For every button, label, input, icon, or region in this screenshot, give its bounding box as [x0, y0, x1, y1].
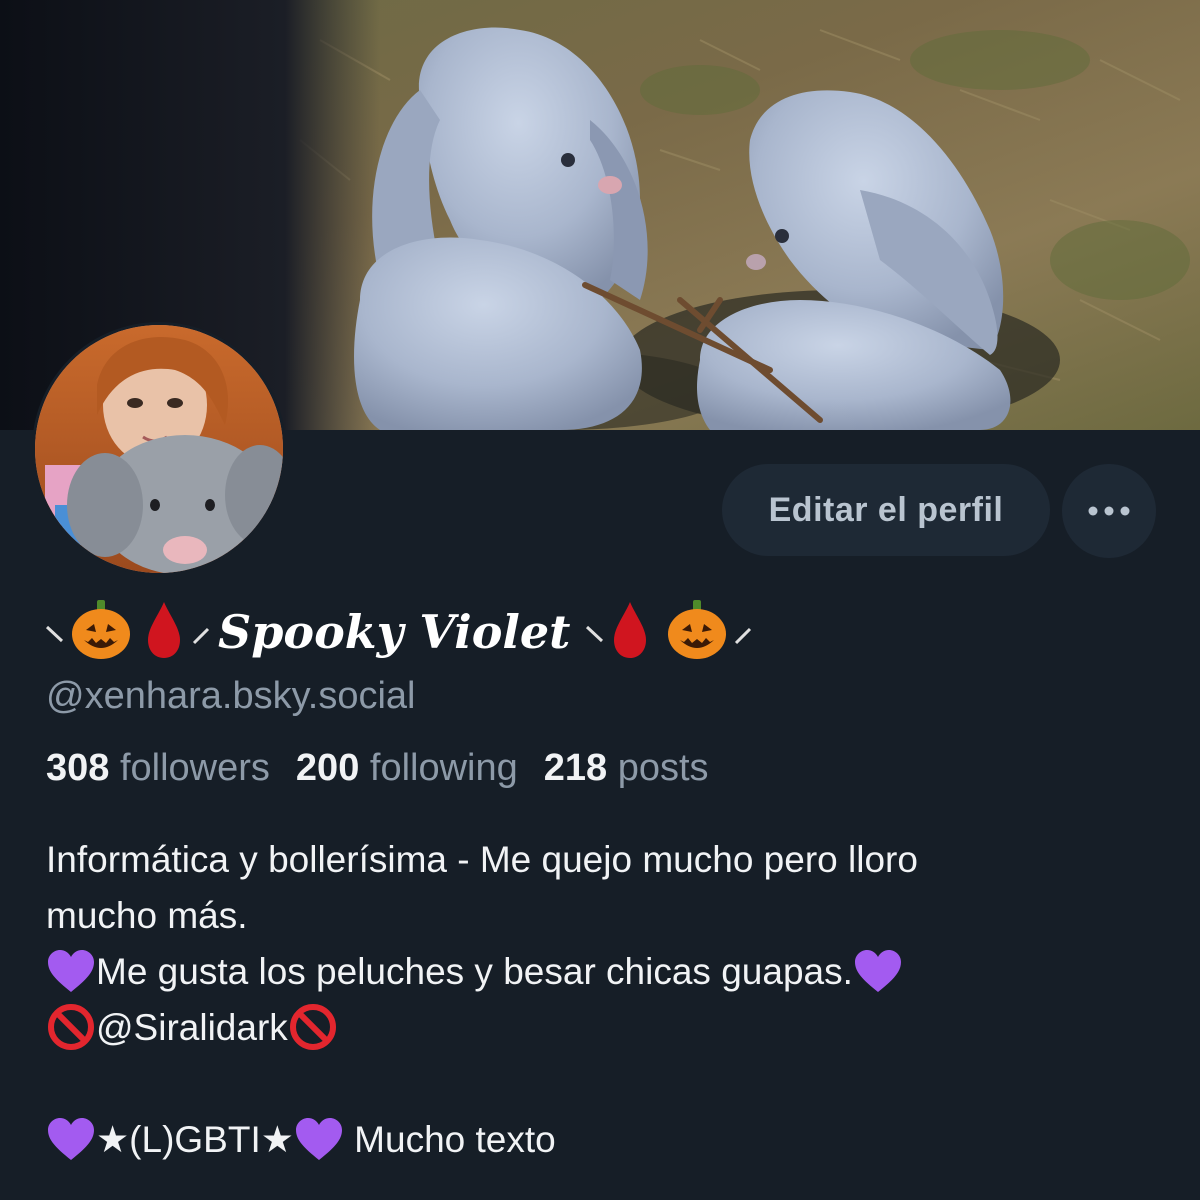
mention-link[interactable]: @Siralidark	[96, 1007, 288, 1048]
bio-line-4: @Siralidark	[46, 1000, 1156, 1056]
followers-stat[interactable]: 308 followers	[46, 747, 270, 790]
display-name: Spooky Violet	[44, 596, 754, 668]
jack-o-lantern-icon	[668, 600, 727, 659]
posts-count: 218	[543, 747, 608, 789]
bio-line-2: mucho más.	[46, 895, 248, 936]
profile-stats: 308 followers 200 following 218 posts	[46, 747, 709, 790]
profile-bio: Informática y bollerísima - Me quejo muc…	[46, 832, 1156, 1168]
ornament-left-icon	[45, 625, 64, 643]
posts-label: posts	[617, 747, 709, 789]
bio-line-5-text: Mucho texto	[343, 1119, 556, 1160]
bio-spacer	[46, 1056, 1156, 1112]
bio-line-1: Informática y bollerísima - Me quejo muc…	[46, 839, 918, 880]
following-label: following	[369, 747, 518, 789]
following-count: 200	[295, 747, 360, 789]
profile-handle[interactable]: @xenhara.bsky.social	[46, 675, 415, 718]
bio-line-3: Me gusta los peluches y besar chicas gua…	[46, 944, 1156, 1000]
more-options-button[interactable]	[1062, 464, 1156, 558]
edit-profile-button[interactable]: Editar el perfil	[722, 464, 1050, 556]
jack-o-lantern-icon	[72, 600, 130, 659]
avatar[interactable]	[32, 322, 286, 576]
followers-count: 308	[46, 747, 110, 789]
purple-heart-icon	[48, 950, 94, 993]
ornament-right-icon	[735, 627, 752, 645]
following-stat[interactable]: 200 following	[296, 747, 518, 790]
ellipsis-icon	[1088, 506, 1130, 516]
prohibited-icon	[289, 1004, 336, 1051]
bio-line-3-text: Me gusta los peluches y besar chicas gua…	[96, 951, 853, 992]
bio-line-5: ★(L)GBTI★ Mucho texto	[46, 1112, 1156, 1168]
ornament-mid-right-icon	[586, 625, 604, 643]
avatar-photo	[35, 325, 283, 573]
purple-heart-icon	[48, 1118, 94, 1161]
blood-drop-icon	[148, 602, 180, 658]
display-name-text: Spooky Violet	[218, 605, 571, 659]
bio-line-5-tag: ★(L)GBTI★	[96, 1119, 294, 1160]
purple-heart-icon	[295, 1118, 342, 1161]
followers-label: followers	[119, 747, 270, 789]
purple-heart-icon	[854, 950, 901, 993]
prohibited-icon	[48, 1004, 94, 1051]
posts-stat: 218 posts	[544, 747, 709, 790]
blood-drop-icon	[614, 602, 647, 658]
ornament-mid-left-icon	[192, 627, 210, 645]
